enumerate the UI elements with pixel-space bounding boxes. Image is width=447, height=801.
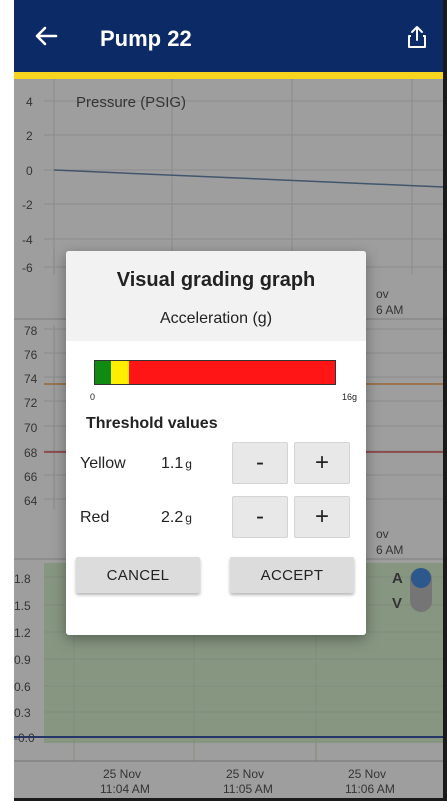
red-value-number: 2.2 xyxy=(161,509,184,526)
yellow-threshold-label: Yellow xyxy=(80,455,126,472)
arrow-left-icon[interactable] xyxy=(32,22,60,50)
dialog-subtitle: Acceleration (g) xyxy=(159,310,273,327)
red-value-unit: g xyxy=(185,511,192,525)
page-title: Pump 22 xyxy=(100,26,192,51)
yellow-zone xyxy=(111,361,129,384)
dialog-title: Visual grading graph xyxy=(116,269,316,291)
yellow-increase-button[interactable]: + xyxy=(294,442,350,484)
threshold-values-heading: Threshold values xyxy=(86,415,218,432)
red-decrease-button[interactable]: - xyxy=(232,496,288,538)
scale-min-label: 0 xyxy=(90,392,96,402)
visual-grading-dialog: Visual grading graph Acceleration (g) 0 … xyxy=(66,251,366,635)
app-bar: Pump 22 xyxy=(14,0,443,72)
red-increase-button[interactable]: + xyxy=(294,496,350,538)
accent-bar xyxy=(14,72,443,79)
yellow-decrease-button[interactable]: - xyxy=(232,442,288,484)
screen-edge xyxy=(443,0,447,801)
red-zone xyxy=(129,361,335,384)
screen-edge xyxy=(0,0,14,801)
grading-scale-bar xyxy=(94,360,336,385)
red-threshold-label: Red xyxy=(80,509,110,526)
cancel-button[interactable]: CANCEL xyxy=(76,557,200,593)
yellow-value-number: 1.1 xyxy=(161,455,184,472)
yellow-threshold-value: 1.1 g xyxy=(161,455,192,473)
scale-max-label: 16g xyxy=(342,392,358,402)
yellow-value-unit: g xyxy=(185,457,192,471)
red-threshold-value: 2.2 g xyxy=(161,509,192,527)
accept-button[interactable]: ACCEPT xyxy=(230,557,354,593)
green-zone xyxy=(95,361,111,384)
share-icon[interactable] xyxy=(406,24,428,50)
dialog-header: Visual grading graph Acceleration (g) xyxy=(66,251,366,341)
